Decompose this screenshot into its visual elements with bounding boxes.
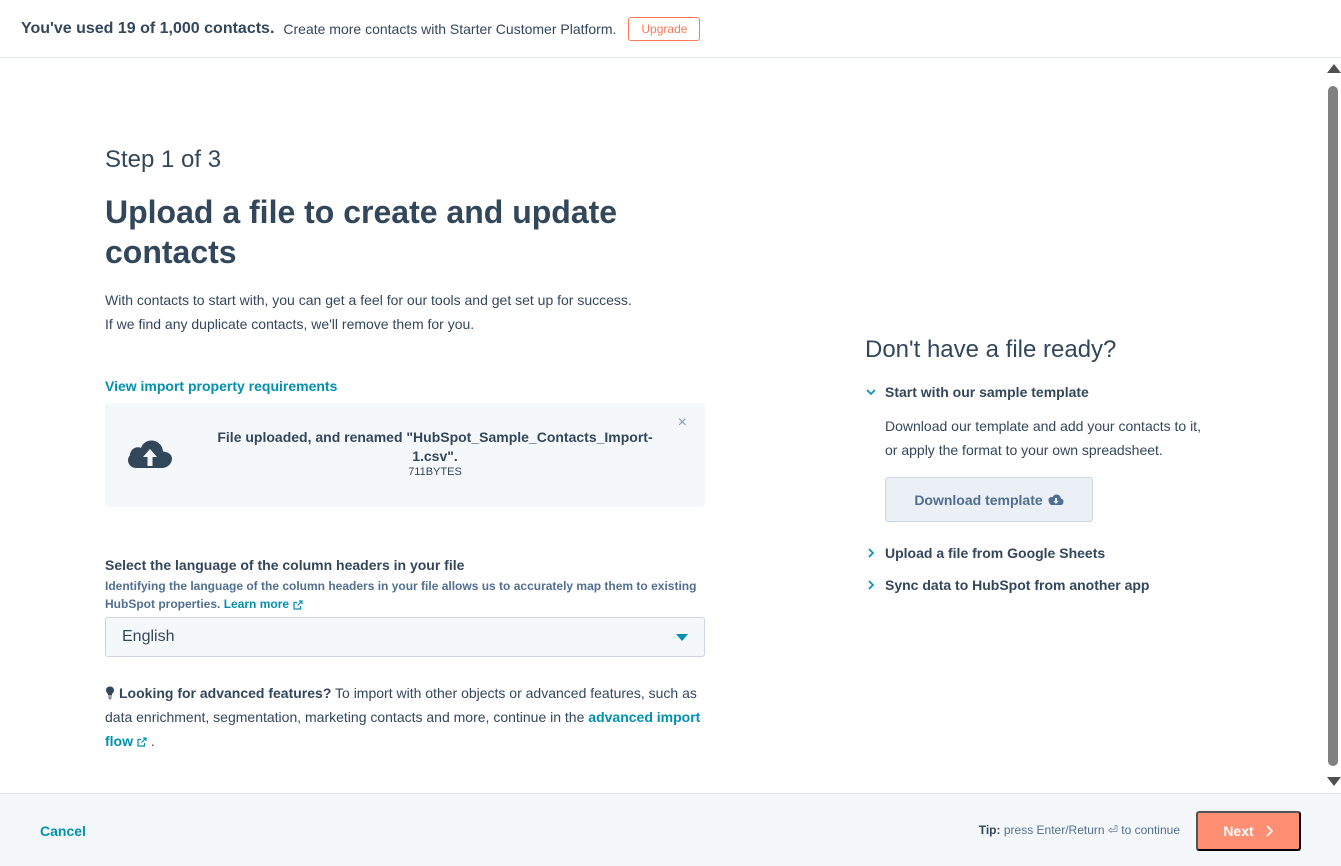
- upload-file-size: 711BYTES: [408, 466, 462, 478]
- external-link-icon: [293, 600, 303, 610]
- promo-text: Create more contacts with Starter Custom…: [283, 20, 617, 37]
- chevron-down-icon: [866, 389, 876, 396]
- advanced-lead: Looking for advanced features?: [119, 685, 332, 701]
- caret-down-icon: [676, 634, 688, 641]
- accordion-sync-data[interactable]: Sync data to HubSpot from another app: [865, 577, 1149, 593]
- keyboard-tip: Tip: press Enter/Return ⏎ to continue: [979, 823, 1180, 837]
- download-template-label: Download template: [914, 491, 1043, 508]
- intro-text: With contacts to start with, you can get…: [105, 288, 705, 336]
- language-label: Select the language of the column header…: [105, 557, 465, 573]
- accordion-label: Sync data to HubSpot from another app: [885, 577, 1150, 593]
- accordion-sample-template[interactable]: Start with our sample template: [865, 384, 1089, 400]
- usage-text: You've used 19 of 1,000 contacts.: [21, 19, 275, 37]
- language-help-text: Identifying the language of the column h…: [105, 579, 697, 611]
- next-button[interactable]: Next: [1196, 811, 1301, 851]
- chevron-right-icon: [1266, 825, 1273, 837]
- external-link-icon: [137, 737, 147, 747]
- accordion-google-sheets[interactable]: Upload a file from Google Sheets: [865, 545, 1105, 561]
- upload-status-box: File uploaded, and renamed "HubSpot_Samp…: [105, 403, 705, 507]
- accordion-label: Start with our sample template: [885, 384, 1089, 400]
- scroll-down-arrow-icon[interactable]: [1327, 777, 1341, 786]
- accordion-label: Upload a file from Google Sheets: [885, 545, 1106, 561]
- view-requirements-link[interactable]: View import property requirements: [105, 378, 337, 394]
- learn-more-link[interactable]: Learn more: [224, 597, 289, 611]
- wizard-footer: Cancel Tip: press Enter/Return ⏎ to cont…: [0, 793, 1341, 866]
- sidebar-title: Don't have a file ready?: [865, 336, 1117, 363]
- chevron-right-icon: [868, 548, 875, 558]
- tip-text: press Enter/Return ⏎ to continue: [1003, 823, 1180, 837]
- usage-banner: You've used 19 of 1,000 contacts. Create…: [0, 0, 1341, 58]
- close-icon[interactable]: ×: [678, 415, 687, 431]
- vertical-scrollbar[interactable]: [1323, 58, 1341, 793]
- next-label: Next: [1223, 823, 1254, 839]
- upload-message: File uploaded, and renamed "HubSpot_Samp…: [217, 429, 653, 464]
- chevron-right-icon: [868, 580, 875, 590]
- scroll-up-arrow-icon[interactable]: [1327, 64, 1341, 73]
- scroll-thumb[interactable]: [1328, 86, 1338, 766]
- sample-template-description: Download our template and add your conta…: [885, 418, 1201, 458]
- intro-line-2: If we find any duplicate contacts, we'll…: [105, 316, 475, 332]
- step-indicator: Step 1 of 3: [105, 146, 222, 173]
- lightbulb-icon: [106, 686, 114, 700]
- language-help: Identifying the language of the column h…: [105, 577, 705, 613]
- cloud-upload-icon: [128, 440, 172, 468]
- cloud-download-icon: [1048, 494, 1064, 505]
- intro-line-1: With contacts to start with, you can get…: [105, 292, 632, 308]
- advanced-features-note: Looking for advanced features? To import…: [105, 681, 705, 753]
- language-selected-value: English: [122, 628, 175, 645]
- advanced-end: .: [150, 733, 155, 749]
- page-title: Upload a file to create and update conta…: [105, 194, 618, 270]
- language-select[interactable]: English: [105, 617, 705, 657]
- cancel-button[interactable]: Cancel: [40, 823, 86, 839]
- download-template-button[interactable]: Download template: [885, 477, 1093, 522]
- upgrade-button[interactable]: Upgrade: [628, 16, 701, 41]
- tip-label: Tip:: [978, 823, 1001, 837]
